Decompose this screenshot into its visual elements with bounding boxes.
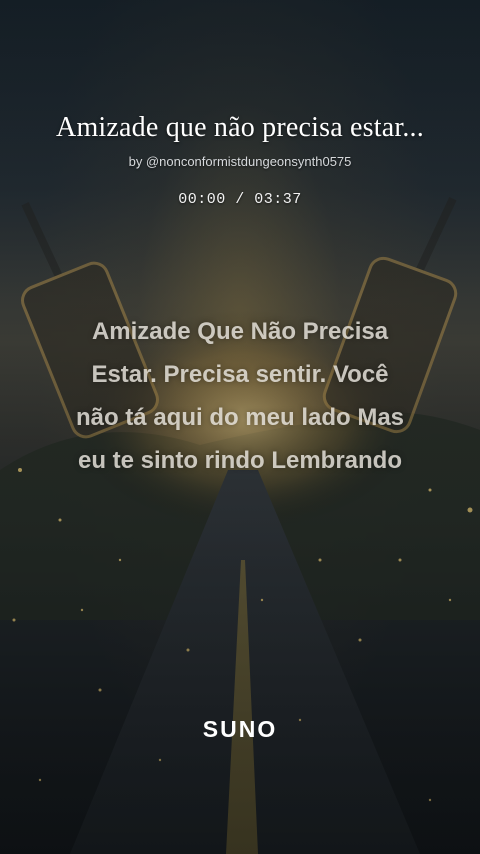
song-title: Amizade que não precisa estar... xyxy=(56,112,424,143)
lyric-line: Estar. Precisa sentir. Você xyxy=(91,361,389,388)
lyric-line: eu te sinto rindo Lembrando xyxy=(77,447,402,474)
lyric-line: Amizade Que Não Precisa xyxy=(91,318,389,345)
suno-logo: SUNO xyxy=(202,716,278,742)
song-author: by @nonconformistdungeonsynth0575 xyxy=(128,154,352,169)
lyric-line: não tá aqui do meu lado Mas xyxy=(75,404,405,431)
lyrics-block: Amizade Que Não Precisa Estar. Precisa s… xyxy=(40,310,440,482)
video-frame: Amizade que não precisa estar... by @non… xyxy=(0,0,480,854)
playback-time: 00:00 / 03:37 xyxy=(178,191,302,208)
